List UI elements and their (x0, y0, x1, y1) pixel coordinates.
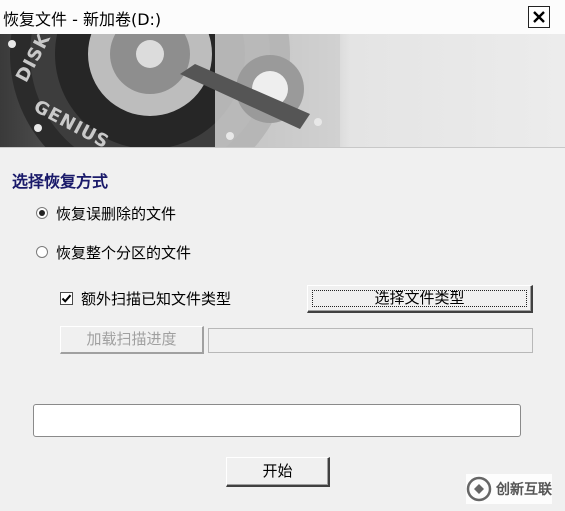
select-file-type-button[interactable]: 选择文件类型 (307, 285, 533, 313)
start-button-label: 开始 (262, 462, 293, 480)
start-button[interactable]: 开始 (226, 457, 330, 487)
scan-progress-file-field[interactable] (208, 328, 533, 353)
radio-label-partition: 恢复整个分区的文件 (56, 243, 192, 262)
watermark: 创新互联 (466, 474, 552, 504)
focus-rectangle (312, 290, 527, 307)
radio-label-deleted: 恢复误删除的文件 (56, 204, 177, 223)
recovery-mode-heading: 选择恢复方式 (12, 172, 109, 191)
extra-scan-checkbox-row[interactable]: 额外扫描已知文件类型 (60, 286, 231, 310)
radio-recover-deleted[interactable]: 恢复误删除的文件 (36, 202, 176, 224)
checkmark-icon (61, 294, 72, 303)
watermark-text: 创新互联 (496, 482, 552, 498)
extra-scan-label: 额外扫描已知文件类型 (81, 289, 232, 308)
load-scan-progress-label: 加载扫描进度 (86, 330, 177, 348)
load-scan-progress-button[interactable]: 加载扫描进度 (60, 326, 204, 354)
recovery-progress-bar (33, 404, 521, 437)
watermark-logo-icon (466, 476, 492, 502)
radio-recover-partition[interactable]: 恢复整个分区的文件 (36, 241, 191, 263)
header-banner: DISK GENIUS (0, 34, 565, 148)
extra-scan-checkbox[interactable] (60, 291, 73, 305)
radio-button-selected[interactable] (36, 207, 48, 219)
close-icon (533, 11, 545, 23)
radio-button-unselected[interactable] (36, 246, 48, 258)
title-bar: 恢复文件 - 新加卷(D:) (0, 0, 565, 35)
window-title: 恢复文件 - 新加卷(D:) (3, 10, 162, 29)
close-button[interactable] (528, 6, 550, 28)
